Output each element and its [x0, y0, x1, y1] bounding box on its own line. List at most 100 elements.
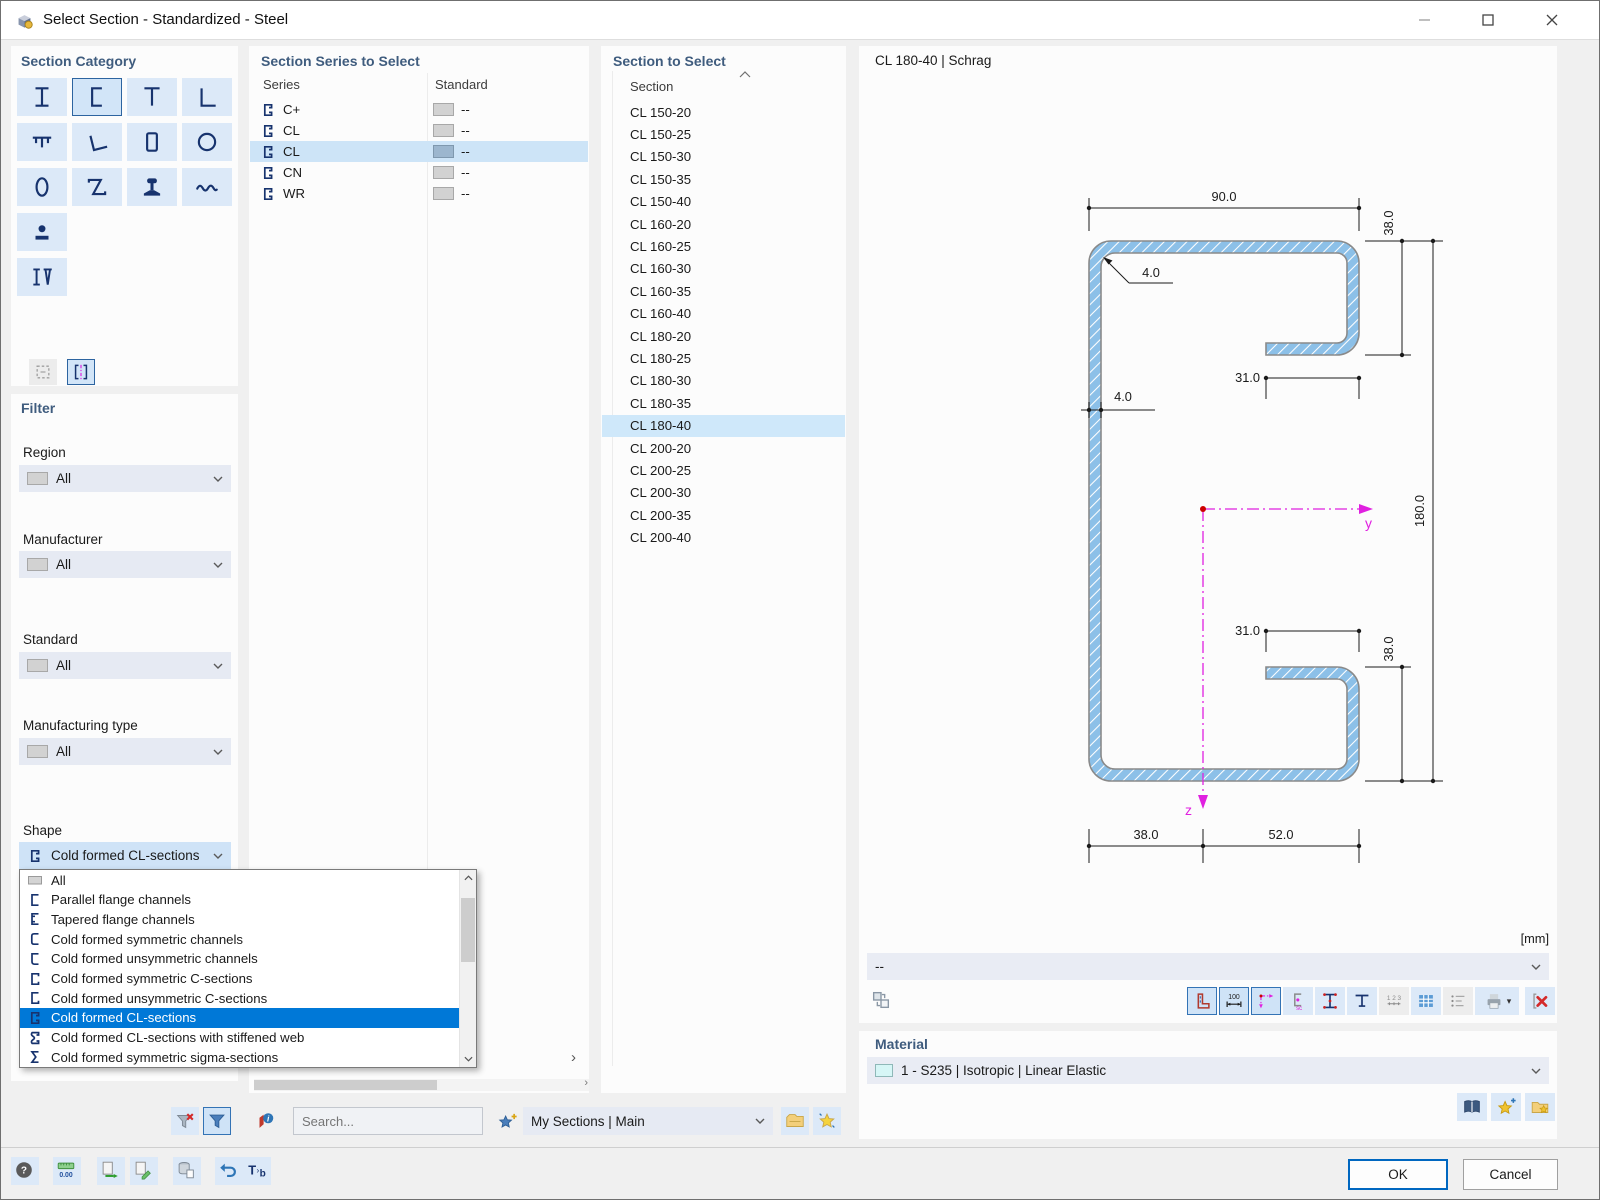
shape-option[interactable]: Cold formed symmetric sigma-sections — [20, 1047, 459, 1067]
section-row[interactable]: CL 150-35 — [602, 168, 845, 190]
section-row[interactable]: CL 160-40 — [602, 303, 845, 325]
horizontal-scrollbar[interactable]: › — [254, 1077, 589, 1091]
scroll-up-icon[interactable] — [460, 870, 476, 886]
category-l-angle[interactable] — [182, 78, 232, 116]
shape-select[interactable]: Cold formed CL-sections — [19, 842, 231, 869]
section-row[interactable]: CL 160-25 — [602, 235, 845, 257]
shape-option[interactable]: Cold formed unsymmetric C-sections — [20, 988, 459, 1008]
category-bar-plate-section[interactable] — [17, 213, 67, 251]
manufacturing-type-select[interactable]: All — [19, 738, 231, 765]
shape-option[interactable]: Cold formed symmetric channels — [20, 929, 459, 949]
series-column-header[interactable]: Series — [263, 77, 300, 92]
info-section-button[interactable]: i — [251, 1107, 279, 1135]
series-row[interactable]: WR -- — [250, 183, 588, 204]
category-hat-section[interactable] — [17, 123, 67, 161]
show-stress-points-button[interactable] — [1315, 987, 1345, 1015]
material-select[interactable]: 1 - S235 | Isotropic | Linear Elastic — [867, 1057, 1549, 1084]
close-button[interactable] — [1529, 1, 1575, 39]
filter-delete-button[interactable] — [171, 1107, 199, 1135]
ok-button[interactable]: OK — [1348, 1159, 1448, 1190]
section-row[interactable]: CL 200-35 — [602, 504, 845, 526]
show-shear-center-button[interactable]: sc — [1283, 987, 1313, 1015]
show-axes-button[interactable] — [1251, 987, 1281, 1015]
print-button[interactable]: ▾ — [1475, 987, 1519, 1015]
send-edit-button[interactable] — [130, 1157, 158, 1185]
cancel-button[interactable]: Cancel — [1463, 1159, 1558, 1190]
section-row[interactable]: CL 180-30 — [602, 370, 845, 392]
show-dimensions-button[interactable]: 100 — [1219, 987, 1249, 1015]
section-row[interactable]: CL 200-20 — [602, 437, 845, 459]
maximize-button[interactable] — [1465, 1, 1511, 39]
series-row[interactable]: C+ -- — [250, 99, 588, 120]
manufacturer-select[interactable]: All — [19, 551, 231, 578]
show-section-plain-button[interactable] — [1347, 987, 1377, 1015]
category-view-bracket-axis[interactable] — [67, 359, 95, 385]
category-oval-section[interactable] — [17, 168, 67, 206]
section-row[interactable]: CL 200-25 — [602, 459, 845, 481]
section-row[interactable]: CL 180-25 — [602, 347, 845, 369]
help-button[interactable]: ? — [11, 1157, 39, 1185]
shape-option[interactable]: Tapered flange channels — [20, 909, 459, 929]
category-rail-section[interactable] — [127, 168, 177, 206]
section-row[interactable]: CL 150-40 — [602, 191, 845, 213]
section-row[interactable]: CL 150-20 — [602, 101, 845, 123]
material-library-button[interactable] — [1457, 1093, 1487, 1121]
database-copy-button[interactable] — [173, 1157, 201, 1185]
shape-option[interactable]: Cold formed CL-sections — [20, 1007, 459, 1028]
category-i-section[interactable] — [17, 78, 67, 116]
section-row[interactable]: CL 160-30 — [602, 258, 845, 280]
standard-column-header[interactable]: Standard — [435, 77, 488, 92]
series-row[interactable]: CL -- — [250, 120, 588, 141]
scroll-right-icon[interactable]: › — [584, 1077, 588, 1089]
series-row[interactable]: CL -- — [250, 141, 588, 162]
shape-option[interactable]: Parallel flange channels — [20, 890, 459, 910]
category-built-up-section[interactable] — [17, 258, 67, 296]
group-new-button[interactable] — [813, 1107, 841, 1135]
section-row[interactable]: CL 200-40 — [602, 527, 845, 549]
units-button[interactable]: 0.00 — [53, 1157, 81, 1185]
section-row[interactable]: CL 180-35 — [602, 392, 845, 414]
sort-ascending-icon[interactable] — [739, 65, 751, 83]
show-table-button[interactable] — [1411, 987, 1441, 1015]
section-row[interactable]: CL 150-25 — [602, 123, 845, 145]
favorites-group-select[interactable]: My Sections | Main — [523, 1107, 773, 1135]
text-format-button[interactable]: T › b — [243, 1157, 271, 1185]
category-z-section[interactable] — [72, 168, 122, 206]
region-select[interactable]: All — [19, 465, 231, 492]
undo-button[interactable] — [215, 1157, 243, 1185]
standard-select[interactable]: All — [19, 652, 231, 679]
export-view-button[interactable] — [867, 987, 897, 1015]
section-row[interactable]: CL 160-20 — [602, 213, 845, 235]
section-row[interactable]: CL 180-20 — [602, 325, 845, 347]
show-numbering-button[interactable]: 1 2 3 — [1379, 987, 1409, 1015]
shape-option[interactable]: Cold formed unsymmetric channels — [20, 949, 459, 969]
search-input[interactable] — [293, 1107, 483, 1135]
shape-option[interactable]: All — [20, 870, 459, 890]
scroll-down-icon[interactable] — [460, 1051, 476, 1067]
material-favorite-button[interactable] — [1525, 1093, 1555, 1121]
category-pipe-section[interactable] — [182, 123, 232, 161]
material-new-button[interactable] — [1491, 1093, 1521, 1121]
section-column-header[interactable]: Section — [630, 79, 673, 94]
series-row[interactable]: CN -- — [250, 162, 588, 183]
category-corrugated-section[interactable] — [182, 168, 232, 206]
show-outline-button[interactable] — [1187, 987, 1217, 1015]
category-box-section[interactable] — [127, 123, 177, 161]
section-row[interactable]: CL 150-30 — [602, 146, 845, 168]
expand-arrow[interactable]: › — [571, 1049, 576, 1066]
popup-scrollbar[interactable] — [459, 870, 476, 1067]
shape-option[interactable]: Cold formed symmetric C-sections — [20, 969, 459, 989]
category-angle-section[interactable] — [72, 123, 122, 161]
favorite-add-button[interactable] — [493, 1108, 521, 1136]
category-c-channel[interactable] — [72, 78, 122, 116]
group-open-button[interactable] — [781, 1107, 809, 1135]
popup-scrollbar-thumb[interactable] — [461, 898, 475, 962]
section-row[interactable]: CL 160-35 — [602, 280, 845, 302]
filter-apply-button[interactable] — [203, 1107, 231, 1135]
export-data-button[interactable] — [97, 1157, 125, 1185]
minimize-button[interactable] — [1401, 1, 1447, 39]
show-details-button[interactable] — [1443, 987, 1473, 1015]
scrollbar-thumb[interactable] — [254, 1080, 437, 1090]
section-row[interactable]: CL 180-40 — [602, 414, 845, 437]
section-row[interactable]: CL 200-30 — [602, 482, 845, 504]
